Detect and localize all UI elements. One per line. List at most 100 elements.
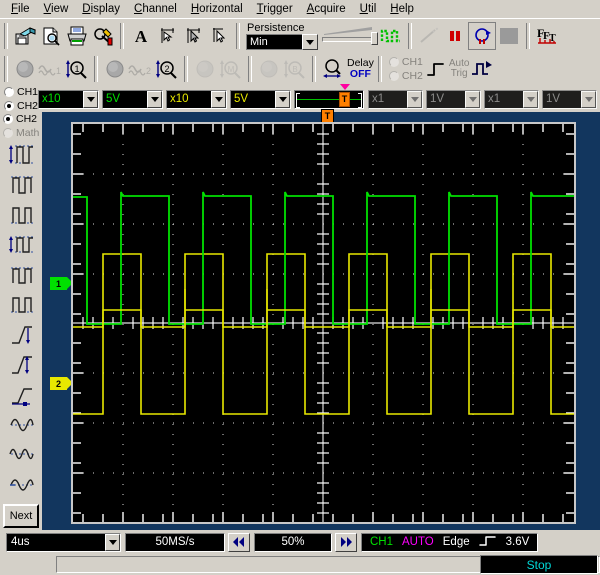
measure-period-icon[interactable] (4, 410, 38, 440)
menu-horizontal[interactable]: Horizontal (184, 1, 250, 17)
sidebar-radio-math[interactable]: Math (3, 126, 45, 140)
chevron-down-icon[interactable] (581, 90, 596, 108)
menu-view[interactable]: View (37, 1, 76, 17)
printer-icon[interactable] (64, 23, 90, 49)
ch2-position-marker[interactable]: 2 (50, 377, 73, 390)
ch1-position-marker[interactable]: 1 (50, 277, 73, 290)
sidebar-radio-ch2[interactable]: CH2 (3, 112, 45, 126)
measure-fall-icon[interactable] (4, 350, 38, 380)
channel-radio-ch2[interactable]: CH2 (4, 99, 38, 113)
svg-text:1: 1 (74, 64, 79, 74)
toolbar-separator (120, 22, 124, 49)
menu-help[interactable]: Help (383, 1, 421, 17)
menu-trigger[interactable]: Trigger (250, 1, 300, 17)
chevron-down-icon[interactable] (147, 90, 163, 108)
pause-icon[interactable] (442, 23, 468, 49)
print-preview-icon[interactable] (38, 23, 64, 49)
timebase-combo[interactable]: 4us (6, 532, 121, 552)
bus-volts-combo[interactable]: 1V (542, 89, 597, 109)
math-volts-combo[interactable]: 1V (426, 89, 481, 109)
trigger-summary[interactable]: CH1 AUTO Edge 3.6V (361, 532, 539, 552)
bus-probe-value: x1 (485, 90, 523, 108)
chevron-down-icon[interactable] (407, 90, 422, 108)
ch1-probe-value: x10 (39, 90, 84, 108)
ch1-probe-combo[interactable]: x10 (38, 89, 100, 109)
run-stop-button[interactable]: Stop (480, 555, 598, 574)
measure-vbase-icon[interactable] (4, 290, 38, 320)
trigger-source-ch2[interactable]: CH2 (388, 69, 423, 83)
measure-vpp-icon[interactable] (4, 140, 38, 170)
chevron-down-icon[interactable] (523, 90, 538, 108)
wave-1-icon[interactable]: 1 (38, 56, 64, 82)
chevron-down-icon[interactable] (211, 90, 227, 108)
prev-arrows-icon[interactable] (228, 532, 250, 552)
text-tool-icon[interactable]: A (128, 23, 154, 49)
measure-vmax-icon[interactable] (4, 170, 38, 200)
channel-radio-ch1[interactable]: CH1 (4, 85, 38, 99)
bottom-bar: Stop (0, 554, 600, 575)
fft-icon[interactable]: F F T (534, 23, 560, 49)
persistence-value[interactable]: Min (246, 33, 302, 50)
radio-icon (388, 71, 399, 81)
ch2-volts-combo[interactable]: 5V (230, 89, 292, 109)
zoom-2-icon[interactable]: 2 (154, 56, 180, 82)
slope-rising-icon[interactable] (423, 56, 449, 82)
chevron-down-icon[interactable] (465, 90, 480, 108)
trigger-marker[interactable]: T (339, 91, 351, 107)
measure-vamp-icon[interactable] (4, 230, 38, 260)
digital-waveform-icon[interactable] (378, 23, 404, 49)
ch1-volts-combo[interactable]: 5V (102, 89, 164, 109)
measure-vtop-icon[interactable] (4, 260, 38, 290)
intensity-slider[interactable] (322, 23, 378, 49)
toolbar-separator (526, 22, 530, 49)
chevron-down-icon[interactable] (83, 90, 99, 108)
trigger-source-ch1[interactable]: CH1 (388, 55, 423, 69)
bus-probe-combo[interactable]: x1 (484, 89, 539, 109)
menu-acquire[interactable]: Acquire (300, 1, 353, 17)
waveform-plot[interactable] (71, 122, 576, 524)
chevron-down-icon[interactable] (275, 90, 291, 108)
trigger-find-icon[interactable] (469, 56, 495, 82)
menu-display[interactable]: Display (75, 1, 127, 17)
persistence-label: Persistence (247, 21, 305, 34)
next-arrows-icon[interactable] (335, 532, 357, 552)
wave-2-icon[interactable]: 2 (128, 56, 154, 82)
measure-vmin-icon[interactable] (4, 200, 38, 230)
cursor-track-icon[interactable] (154, 23, 180, 49)
zoom-m-icon[interactable]: M (218, 56, 244, 82)
ch2-probe-combo[interactable]: x10 (166, 89, 228, 109)
chevron-down-icon[interactable] (302, 33, 318, 50)
next-button[interactable]: Next (3, 504, 39, 528)
pointer-arrow-icon[interactable] (206, 23, 232, 49)
math-probe-combo[interactable]: x1 (368, 89, 423, 109)
trigger-level-label: 3.6V (505, 536, 530, 548)
trigger-source-radios[interactable]: CH1 CH2 (388, 55, 423, 83)
zoom-1-icon[interactable]: 1 (64, 56, 90, 82)
menu-file[interactable]: File (4, 1, 37, 17)
save-disk-icon[interactable] (12, 23, 38, 49)
zoom-b-icon[interactable]: B (282, 56, 308, 82)
auto-trig-label[interactable]: Auto Trig (449, 59, 470, 79)
menu-channel[interactable]: Channel (127, 1, 184, 17)
cursor-measure-icon[interactable] (180, 23, 206, 49)
measure-delay-icon[interactable] (4, 380, 38, 410)
menu-util[interactable]: Util (353, 1, 384, 17)
chevron-down-icon[interactable] (105, 533, 120, 551)
knob-icon-math[interactable] (192, 56, 218, 82)
trigger-position-line (297, 98, 361, 100)
delay-zoom-icon[interactable] (320, 56, 346, 82)
measure-width-icon[interactable] (4, 470, 38, 500)
math-volts-value: 1V (427, 90, 465, 108)
measure-rise-icon[interactable] (4, 320, 38, 350)
knob-icon-bus[interactable] (256, 56, 282, 82)
trend-line-icon[interactable] (416, 23, 442, 49)
stop-square-icon[interactable] (496, 23, 522, 49)
trigger-position-marker[interactable]: T (321, 109, 334, 123)
delay-control[interactable]: Delay OFF (347, 58, 374, 80)
measure-freq-icon[interactable] (4, 440, 38, 470)
trigger-position-bar[interactable]: T (294, 83, 364, 109)
knob-icon-ch2[interactable] (102, 56, 128, 82)
knob-icon-ch1[interactable] (12, 56, 38, 82)
settings-tools-icon[interactable] (90, 23, 116, 49)
run-cycle-icon[interactable] (468, 21, 496, 50)
